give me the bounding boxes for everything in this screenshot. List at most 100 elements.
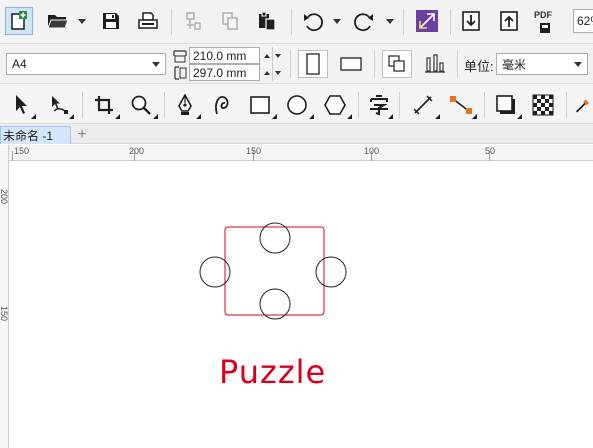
paper-size-value: A4 [12,57,27,71]
document-tab[interactable]: 未命名 -1 [0,126,71,144]
toolbar-separator [450,9,451,35]
redo-icon [354,13,373,32]
current-page-icon [425,54,445,73]
vertical-ruler[interactable]: 200 150 [0,145,9,448]
add-tab-button[interactable]: + [72,126,92,144]
page-width-up-button[interactable] [261,47,272,64]
text-tool-flyout[interactable] [388,114,393,119]
copy-button[interactable] [218,10,242,32]
rectangle-tool[interactable] [247,92,273,118]
zoom-level-value: 62% [577,14,593,28]
transparency-tool[interactable] [530,92,556,118]
pen-tool-flyout[interactable] [196,114,201,119]
ellipse-tool[interactable] [284,92,310,118]
v-ruler-label: 200 [0,189,9,205]
unit-value: 毫米 [502,57,527,72]
undo-button[interactable] [300,10,326,34]
drop-shadow-tool[interactable] [493,92,519,118]
pen-tool[interactable] [172,92,198,118]
all-pages-button[interactable] [382,50,412,78]
publish-pdf-icon [540,23,550,33]
plus-icon: + [77,126,87,143]
puzzle-text[interactable]: Puzzle [219,353,326,391]
all-pages-icon [388,55,405,72]
freehand-tool[interactable] [210,92,236,118]
horizontal-ruler[interactable]: 150 200 150 100 50 [9,145,593,161]
page-width-field[interactable]: 210.0 mm [189,47,260,64]
toolbar-separator [399,92,400,118]
unit-label: 单位: [464,59,494,74]
connector-tool-flyout[interactable] [472,114,477,119]
zoom-tool[interactable] [128,92,154,118]
export-icon [500,11,518,31]
portrait-button[interactable] [298,50,328,78]
zoom-tool-flyout[interactable] [153,114,158,119]
h-ruler-label: 100 [364,146,380,156]
document-tab-bar: 未命名 -1 + [0,124,593,144]
eyedropper-tool[interactable] [574,92,593,118]
redo-button[interactable] [351,10,377,34]
dimension-tool[interactable] [410,92,436,118]
page-height-icon [173,65,187,81]
open-button[interactable] [46,10,70,32]
polygon-tool-icon [324,95,346,115]
undo-icon [304,13,323,32]
pick-tool-flyout[interactable] [31,114,36,119]
save-icon [103,13,119,29]
dimension-tool-flyout[interactable] [435,114,440,119]
print-button[interactable] [136,10,160,32]
pen-tool-icon [178,94,192,115]
publish-pdf-button[interactable]: PDF [531,8,559,36]
page-width-icon [173,48,187,64]
pdf-label: PDF [534,10,552,20]
paste-button[interactable] [255,10,279,32]
v-ruler-label: 150 [0,306,9,322]
copy-icon [222,12,238,30]
landscape-button[interactable] [336,50,366,78]
page-height-field[interactable]: 297.0 mm [189,64,260,81]
toolbar-separator [358,92,359,118]
import-button[interactable] [459,9,483,33]
cut-icon [186,12,201,30]
drop-shadow-tool-flyout[interactable] [517,114,522,119]
page-height-down-button[interactable] [272,64,283,81]
rectangle-tool-flyout[interactable] [272,114,277,119]
import-export-button[interactable] [415,9,439,33]
crop-tool[interactable] [91,92,117,118]
undo-dropdown-arrow[interactable] [333,19,341,24]
drop-shadow-tool-icon [496,95,515,114]
ellipse-tool-flyout[interactable] [309,114,314,119]
h-ruler-label: 150 [246,146,262,156]
toolbar-separator [290,50,291,78]
save-button[interactable] [99,10,123,32]
toolbox [0,84,593,124]
crop-tool-flyout[interactable] [115,114,120,119]
landscape-icon [340,57,362,71]
transparency-tool-icon [532,94,554,116]
chevron-down-icon [152,62,160,67]
polygon-tool[interactable] [322,92,348,118]
text-tool-icon [370,95,388,116]
drawing-canvas[interactable] [10,162,593,448]
shape-tool-flyout[interactable] [69,114,74,119]
polygon-tool-flyout[interactable] [347,114,352,119]
zoom-level-box[interactable]: 62% [573,9,593,33]
cut-button[interactable] [181,10,205,32]
import-export-icon [416,10,438,32]
connector-tool[interactable] [448,92,474,118]
toolbar-separator [484,92,485,118]
redo-dropdown-arrow[interactable] [386,19,394,24]
export-button[interactable] [497,9,521,33]
print-icon [138,12,158,29]
paper-size-select[interactable]: A4 [6,53,166,75]
unit-select[interactable]: 毫米 [496,53,588,75]
document-tab-label: 未命名 -1 [3,129,54,143]
dimension-tool-icon [413,95,433,115]
property-bar: A4 210.0 mm 297.0 mm 单位: 毫米 [0,44,593,84]
page-width-down-button[interactable] [272,47,283,64]
eyedropper-tool-icon [575,99,590,113]
page-height-up-button[interactable] [261,64,272,81]
new-document-button[interactable] [5,7,33,35]
current-page-button[interactable] [420,50,450,78]
open-dropdown-arrow[interactable] [78,19,86,24]
